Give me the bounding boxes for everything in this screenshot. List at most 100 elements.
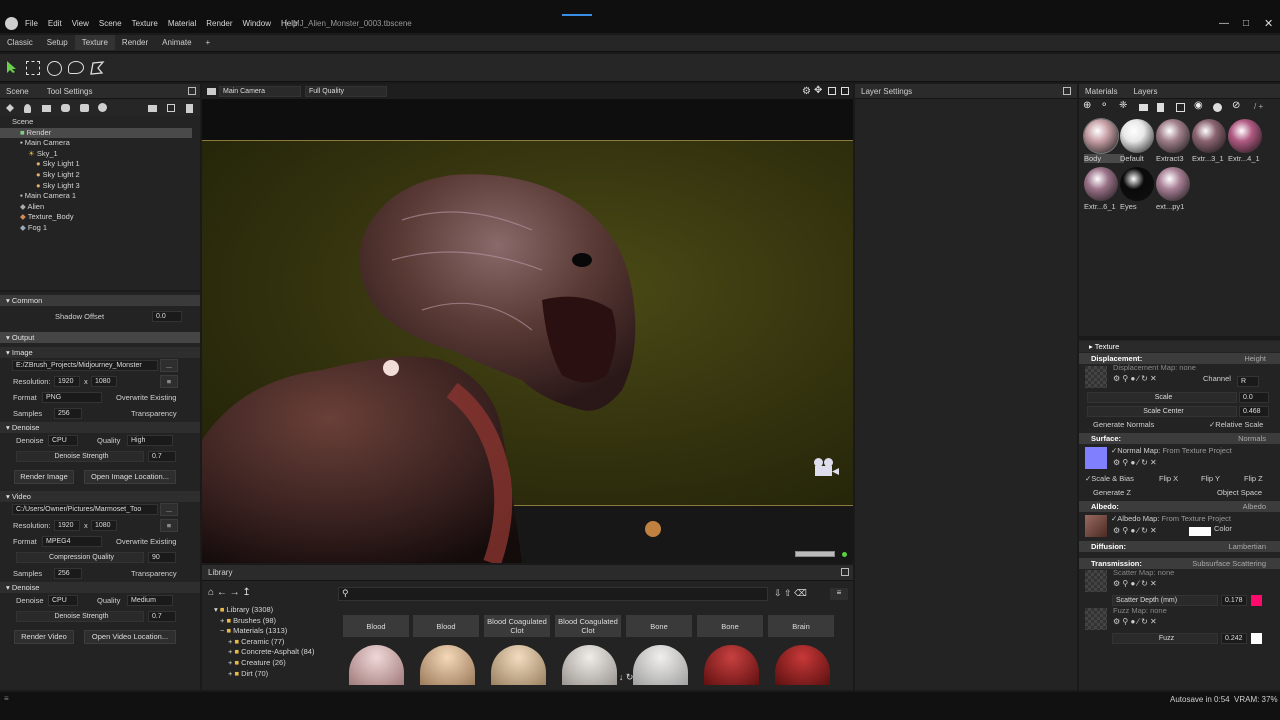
section-texture[interactable]: ▸ Texture bbox=[1079, 341, 1280, 352]
tree-item-scene[interactable]: Scene bbox=[0, 117, 192, 128]
section-common[interactable]: ▾ Common bbox=[0, 295, 200, 306]
polygon-select-icon[interactable] bbox=[89, 60, 105, 76]
add-fog-icon[interactable] bbox=[61, 104, 70, 112]
displacement-mode-select[interactable]: Height bbox=[1244, 353, 1266, 364]
library-item-brain[interactable]: Brain bbox=[768, 615, 834, 637]
material-sphere-icon[interactable] bbox=[1213, 103, 1222, 112]
tree-item-main-camera-1[interactable]: ▪ Main Camera 1 bbox=[0, 191, 192, 202]
move-view-icon[interactable]: ✥ bbox=[814, 85, 822, 96]
compression-field[interactable]: 90 bbox=[148, 552, 176, 563]
section-video[interactable]: ▾ Video bbox=[0, 491, 200, 502]
menu-render[interactable]: Render bbox=[201, 19, 237, 28]
library-nav-icons[interactable]: ⌂ ← → ↥ bbox=[208, 587, 251, 598]
tab-scene[interactable]: Scene bbox=[6, 87, 29, 96]
camera-select[interactable]: Main Camera bbox=[219, 86, 301, 97]
status-menu-icon[interactable]: ≡ bbox=[4, 694, 9, 703]
library-item-bone-2[interactable]: Bone bbox=[697, 615, 763, 637]
section-output[interactable]: ▾ Output bbox=[0, 332, 200, 343]
add-object-icon[interactable] bbox=[6, 104, 14, 112]
video-res-preset-button[interactable]: ≡ bbox=[160, 519, 178, 532]
material-thumb-6[interactable] bbox=[1120, 167, 1154, 201]
render-video-button[interactable]: Render Video bbox=[14, 630, 74, 644]
menu-scene[interactable]: Scene bbox=[94, 19, 127, 28]
library-item-blood-2[interactable]: Blood bbox=[413, 615, 479, 637]
maximize-button[interactable]: □ bbox=[1243, 18, 1255, 30]
rect-select-icon[interactable] bbox=[26, 61, 40, 75]
folder-icon[interactable] bbox=[148, 105, 157, 112]
scale-center-slider[interactable]: Scale Center bbox=[1087, 406, 1237, 417]
tab-layers[interactable]: Layers bbox=[1133, 87, 1157, 96]
panel-expand-icon[interactable] bbox=[188, 87, 196, 95]
menu-material[interactable]: Material bbox=[163, 19, 201, 28]
copy-material-icon[interactable]: ⚬ bbox=[1100, 100, 1108, 111]
library-item-blood-clot-1[interactable]: Blood Coagulated Clot bbox=[484, 615, 550, 637]
library-action-icons[interactable]: ⇩ ⇧ ⌫ bbox=[774, 588, 807, 599]
library-item-blood-1[interactable]: Blood bbox=[343, 615, 409, 637]
video-denoise-strength-slider[interactable]: Denoise Strength bbox=[16, 611, 144, 622]
denoise-device-select[interactable]: CPU bbox=[48, 435, 78, 446]
video-denoise-device-select[interactable]: CPU bbox=[48, 595, 78, 606]
fuzz-slider[interactable]: Fuzz bbox=[1112, 633, 1218, 644]
video-quality-select[interactable]: Medium bbox=[127, 595, 173, 606]
object-space-checkbox[interactable]: Object Space bbox=[1217, 486, 1262, 500]
menu-texture[interactable]: Texture bbox=[127, 19, 163, 28]
flip-x-checkbox[interactable]: Flip X bbox=[1159, 472, 1178, 486]
lasso-select-icon[interactable] bbox=[68, 61, 84, 74]
scale-center-field[interactable]: 0.468 bbox=[1239, 406, 1269, 417]
add-material-icon[interactable] bbox=[98, 103, 107, 112]
albedo-color-swatch[interactable] bbox=[1189, 527, 1211, 536]
library-tree-creature[interactable]: + ■ Creature (26) bbox=[208, 658, 332, 669]
tree-item-alien[interactable]: ◆ Alien bbox=[0, 202, 192, 213]
select-arrow-icon[interactable] bbox=[6, 60, 18, 74]
material-clear-icon[interactable]: ⊘ bbox=[1232, 100, 1240, 111]
pick-material-icon[interactable]: ❈ bbox=[1119, 100, 1127, 111]
video-res-height-field[interactable]: 1080 bbox=[91, 520, 117, 531]
material-thumb-4[interactable] bbox=[1228, 119, 1262, 153]
tree-item-sky-light-1[interactable]: ● Sky Light 1 bbox=[0, 159, 192, 170]
minimize-button[interactable]: — bbox=[1219, 18, 1231, 30]
scale-slider[interactable]: Scale bbox=[1087, 392, 1237, 403]
video-denoise-strength-field[interactable]: 0.7 bbox=[148, 611, 176, 622]
video-samples-field[interactable]: 256 bbox=[54, 568, 82, 579]
tree-item-sky-light-2[interactable]: ● Sky Light 2 bbox=[0, 170, 192, 181]
open-video-location-button[interactable]: Open Video Location... bbox=[84, 630, 176, 644]
video-transparency-checkbox[interactable]: Transparency bbox=[131, 566, 177, 582]
transmission-mode-select[interactable]: Subsurface Scattering bbox=[1192, 558, 1266, 569]
tab-render[interactable]: Render bbox=[115, 35, 155, 50]
tree-item-sky[interactable]: ☀ Sky_1 bbox=[0, 149, 192, 160]
normal-map-tools-icon[interactable]: ⚙ ⚲ ● ∕ ↻ ✕ bbox=[1113, 456, 1157, 470]
tab-animate[interactable]: Animate bbox=[155, 35, 198, 50]
tab-classic[interactable]: Classic bbox=[0, 35, 40, 50]
material-thumb-0[interactable] bbox=[1083, 118, 1119, 154]
video-format-select[interactable]: MPEG4 bbox=[42, 536, 102, 547]
library-tree-dirt[interactable]: + ■ Dirt (70) bbox=[208, 669, 332, 680]
tree-item-sky-light-3[interactable]: ● Sky Light 3 bbox=[0, 181, 192, 192]
material-thumb-3[interactable] bbox=[1192, 119, 1226, 153]
close-button[interactable]: ✕ bbox=[1264, 17, 1276, 30]
add-material-button-icon[interactable]: ⊕ bbox=[1083, 100, 1091, 111]
flip-z-checkbox[interactable]: Flip Z bbox=[1244, 472, 1263, 486]
fuzz-map-swatch[interactable] bbox=[1085, 608, 1107, 630]
settings-gear-icon[interactable]: ⚙ bbox=[802, 86, 811, 97]
material-target-icon[interactable]: ◉ bbox=[1194, 100, 1203, 111]
tab-materials[interactable]: Materials bbox=[1085, 87, 1117, 96]
layer-panel-expand-icon[interactable] bbox=[1063, 87, 1071, 95]
duplicate-icon[interactable] bbox=[167, 104, 175, 112]
flip-y-checkbox[interactable]: Flip Y bbox=[1201, 472, 1220, 486]
video-browse-button[interactable]: ... bbox=[160, 503, 178, 516]
menu-edit[interactable]: Edit bbox=[43, 19, 67, 28]
section-albedo[interactable]: Albedo: Albedo bbox=[1079, 501, 1280, 512]
generate-normals-checkbox[interactable]: Generate Normals bbox=[1093, 418, 1154, 432]
image-quality-select[interactable]: High bbox=[127, 435, 173, 446]
library-tree-materials[interactable]: − ■ Materials (1313) bbox=[208, 626, 332, 637]
compression-slider[interactable]: Compression Quality bbox=[16, 552, 144, 563]
res-preset-button[interactable]: ≡ bbox=[160, 375, 178, 388]
section-denoise-image[interactable]: ▾ Denoise bbox=[0, 422, 200, 433]
timeline-scrub-bar[interactable] bbox=[795, 551, 835, 557]
tab-texture[interactable]: Texture bbox=[74, 35, 115, 50]
section-image[interactable]: ▾ Image bbox=[0, 347, 200, 358]
add-camera-icon[interactable] bbox=[42, 105, 51, 112]
fuzz-color-swatch[interactable] bbox=[1251, 633, 1262, 644]
library-expand-icon[interactable] bbox=[841, 568, 849, 576]
menu-file[interactable]: File bbox=[20, 19, 43, 28]
